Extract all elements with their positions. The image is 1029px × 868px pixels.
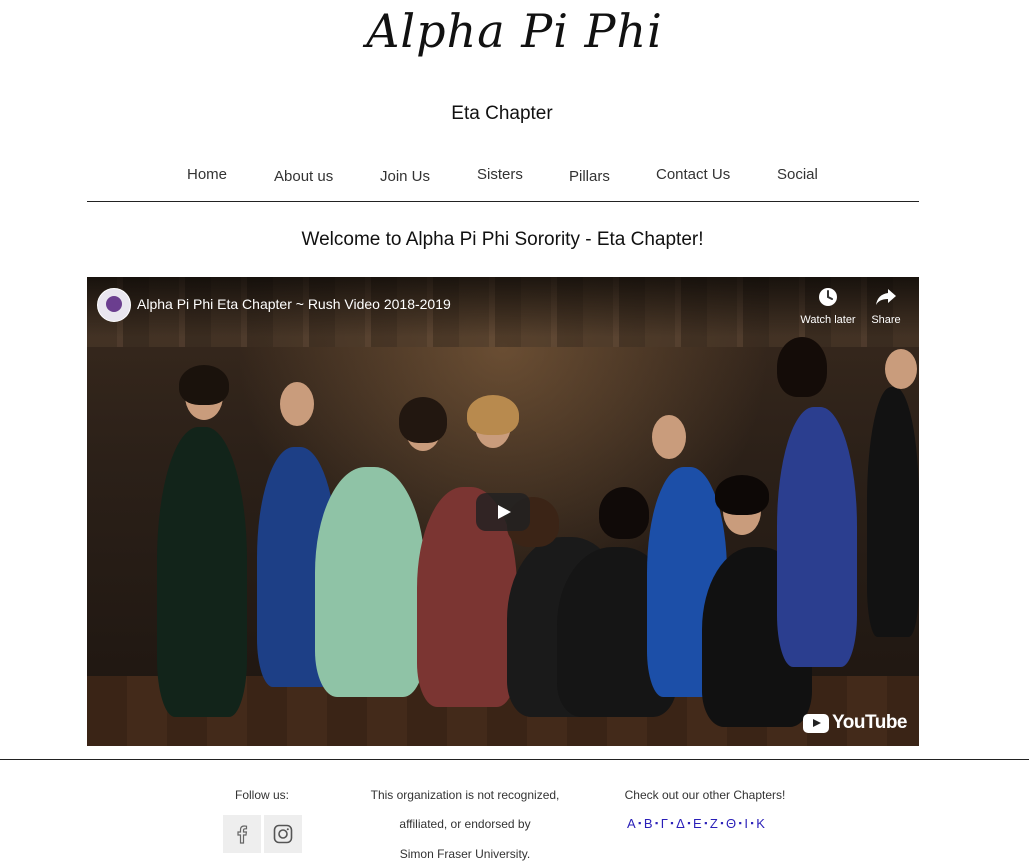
video-player[interactable]: Alpha Pi Phi Eta Chapter ~ Rush Video 20… (87, 277, 919, 746)
play-button[interactable] (476, 493, 530, 531)
thumbnail-hair (399, 397, 447, 443)
watch-later-label: Watch later (800, 314, 856, 326)
site-logo[interactable]: Alpha Pi Phi (0, 4, 1029, 58)
nav-item-pillars[interactable]: Pillars (569, 168, 610, 185)
chapters-label: Check out our other Chapters! (624, 788, 786, 802)
disclaimer-line-1: This organization is not recognized, (370, 788, 560, 802)
clock-icon (796, 287, 860, 309)
share-button[interactable]: Share (854, 287, 918, 326)
chapter-separator: ▪ (638, 818, 642, 828)
thumbnail-face (652, 415, 686, 459)
chapter-link-beta[interactable]: Β (644, 816, 653, 831)
main-navigation: Home About us Join Us Sisters Pillars Co… (87, 158, 919, 202)
thumbnail-hair (599, 487, 649, 539)
chapter-separator: ▪ (687, 818, 692, 828)
nav-item-join-us[interactable]: Join Us (380, 168, 430, 185)
chapter-link-delta[interactable]: Δ (676, 816, 685, 831)
chapter-separator: ▪ (655, 818, 659, 828)
thumbnail-figure (777, 407, 857, 667)
nav-item-social[interactable]: Social (777, 166, 818, 183)
footer-divider (0, 759, 1029, 760)
chapter-link-kappa[interactable]: Κ (756, 816, 765, 831)
thumbnail-hair (715, 475, 769, 515)
facebook-button[interactable] (223, 815, 261, 853)
youtube-logo[interactable]: YouTube (803, 712, 907, 734)
thumbnail-figure (157, 427, 247, 717)
video-title[interactable]: Alpha Pi Phi Eta Chapter ~ Rush Video 20… (137, 296, 451, 312)
disclaimer-line-2: affiliated, or endorsed by (399, 817, 531, 831)
chapter-links: Α ▪ Β ▪ Γ ▪ Δ ▪ Ε ▪ Ζ ▪ Θ ▪ Ι ▪ Κ (627, 816, 765, 831)
nav-item-sisters[interactable]: Sisters (477, 166, 523, 183)
thumbnail-figure (867, 387, 919, 637)
chapter-separator: ▪ (670, 818, 675, 828)
share-label: Share (871, 314, 901, 326)
chapter-separator: ▪ (720, 818, 725, 828)
chapter-subtitle: Eta Chapter (451, 103, 553, 124)
disclaimer-line-3: Simon Fraser University. (399, 847, 531, 861)
chapter-link-theta[interactable]: Θ (726, 816, 737, 831)
thumbnail-face (885, 349, 917, 389)
nav-item-contact-us[interactable]: Contact Us (656, 166, 730, 183)
chapter-separator: ▪ (704, 818, 708, 828)
facebook-icon (237, 825, 248, 844)
watch-later-button[interactable]: Watch later (796, 287, 860, 326)
thumbnail-hair (179, 365, 229, 405)
chapter-link-alpha[interactable]: Α (627, 816, 636, 831)
thumbnail-hair (467, 395, 519, 435)
chapter-link-iota[interactable]: Ι (744, 816, 748, 831)
nav-item-home[interactable]: Home (187, 166, 227, 183)
thumbnail-face (280, 382, 314, 426)
welcome-heading: Welcome to Alpha Pi Phi Sorority - Eta C… (301, 229, 704, 250)
share-arrow-icon (854, 287, 918, 309)
youtube-logo-text: YouTube (832, 712, 907, 733)
instagram-button[interactable] (264, 815, 302, 853)
channel-avatar-icon[interactable] (97, 288, 131, 322)
nav-item-about-us[interactable]: About us (274, 168, 333, 185)
thumbnail-figure (315, 467, 425, 697)
thumbnail-hair (777, 337, 827, 397)
follow-us-label: Follow us: (234, 788, 290, 802)
instagram-icon (273, 824, 293, 844)
youtube-logo-icon (803, 713, 830, 733)
chapter-link-epsilon[interactable]: Ε (693, 816, 702, 831)
